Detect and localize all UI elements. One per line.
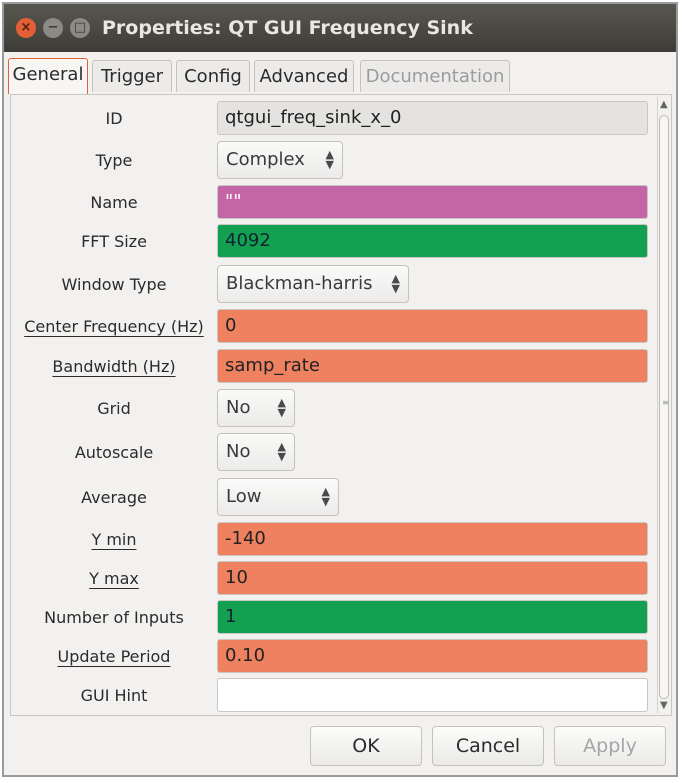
gui-hint-label: GUI Hint <box>80 686 148 705</box>
bandwidth-field[interactable]: samp_rate <box>217 349 648 383</box>
autoscale-select-value: No <box>226 441 251 462</box>
average-select-value: Low <box>226 486 262 507</box>
ymax-label: Y max <box>89 569 139 588</box>
updown-arrows-icon: ▲ ▼ <box>277 396 286 419</box>
num-inputs-field[interactable]: 1 <box>217 600 648 634</box>
scrollbar-thumb[interactable]: ≡ <box>659 115 669 699</box>
ok-button[interactable]: OK <box>310 726 422 766</box>
autoscale-select[interactable]: No ▲ ▼ <box>217 433 295 471</box>
properties-dialog: × − □ Properties: QT GUI Frequency Sink … <box>2 2 678 777</box>
gui-hint-field[interactable] <box>217 678 648 712</box>
cancel-button[interactable]: Cancel <box>432 726 544 766</box>
bandwidth-label: Bandwidth (Hz) <box>52 357 176 376</box>
center-frequency-label: Center Frequency (Hz) <box>24 317 204 336</box>
updown-arrows-icon: ▲ ▼ <box>391 272 400 295</box>
updown-arrows-icon: ▲ ▼ <box>321 485 330 508</box>
tab-documentation[interactable]: Documentation <box>360 60 510 92</box>
center-frequency-field[interactable]: 0 <box>217 309 648 343</box>
scroll-up-icon[interactable]: ▲ <box>660 99 668 110</box>
grid-label: Grid <box>97 399 131 418</box>
vertical-scrollbar[interactable]: ▲ ≡ ▼ <box>657 97 671 713</box>
window-type-select[interactable]: Blackman-harris ▲ ▼ <box>217 265 409 303</box>
scroll-down-icon[interactable]: ▼ <box>660 700 668 711</box>
tab-general[interactable]: General <box>8 58 88 94</box>
update-period-field[interactable]: 0.10 <box>217 639 648 673</box>
grid-select[interactable]: No ▲ ▼ <box>217 389 295 427</box>
grid-select-value: No <box>226 397 251 418</box>
tab-bar: General Trigger Config Advanced Document… <box>4 54 676 96</box>
close-icon[interactable]: × <box>16 18 36 38</box>
tab-advanced[interactable]: Advanced <box>254 60 354 92</box>
ymax-field[interactable]: 10 <box>217 561 648 595</box>
fft-size-field[interactable]: 4092 <box>217 224 648 258</box>
autoscale-label: Autoscale <box>74 443 154 462</box>
num-inputs-label: Number of Inputs <box>44 608 184 627</box>
id-field[interactable]: qtgui_freq_sink_x_0 <box>217 101 648 135</box>
tab-trigger[interactable]: Trigger <box>92 60 172 92</box>
title-bar[interactable]: × − □ Properties: QT GUI Frequency Sink <box>4 4 676 52</box>
fft-size-label: FFT Size <box>81 232 147 251</box>
name-field[interactable]: "" <box>217 185 648 219</box>
average-label: Average <box>81 488 147 507</box>
ymin-label: Y min <box>91 530 137 549</box>
updown-arrows-icon: ▲ ▼ <box>277 440 286 463</box>
update-period-label: Update Period <box>57 647 171 666</box>
type-select-value: Complex <box>226 149 305 170</box>
name-label: Name <box>90 193 138 212</box>
window-title: Properties: QT GUI Frequency Sink <box>102 17 473 39</box>
maximize-icon[interactable]: □ <box>70 18 90 38</box>
type-select[interactable]: Complex ▲ ▼ <box>217 141 343 179</box>
window-type-label: Window Type <box>61 275 167 294</box>
ymin-field[interactable]: -140 <box>217 522 648 556</box>
general-panel: ID qtgui_freq_sink_x_0 Type Complex ▲ ▼ N… <box>10 94 672 716</box>
window-type-select-value: Blackman-harris <box>226 273 373 294</box>
minimize-icon[interactable]: − <box>43 18 63 38</box>
updown-arrows-icon: ▲ ▼ <box>325 148 334 171</box>
id-label: ID <box>105 109 123 128</box>
apply-button[interactable]: Apply <box>554 726 666 766</box>
average-select[interactable]: Low ▲ ▼ <box>217 478 339 516</box>
tab-config[interactable]: Config <box>176 60 250 92</box>
grip-icon: ≡ <box>662 398 669 407</box>
type-label: Type <box>95 151 133 170</box>
